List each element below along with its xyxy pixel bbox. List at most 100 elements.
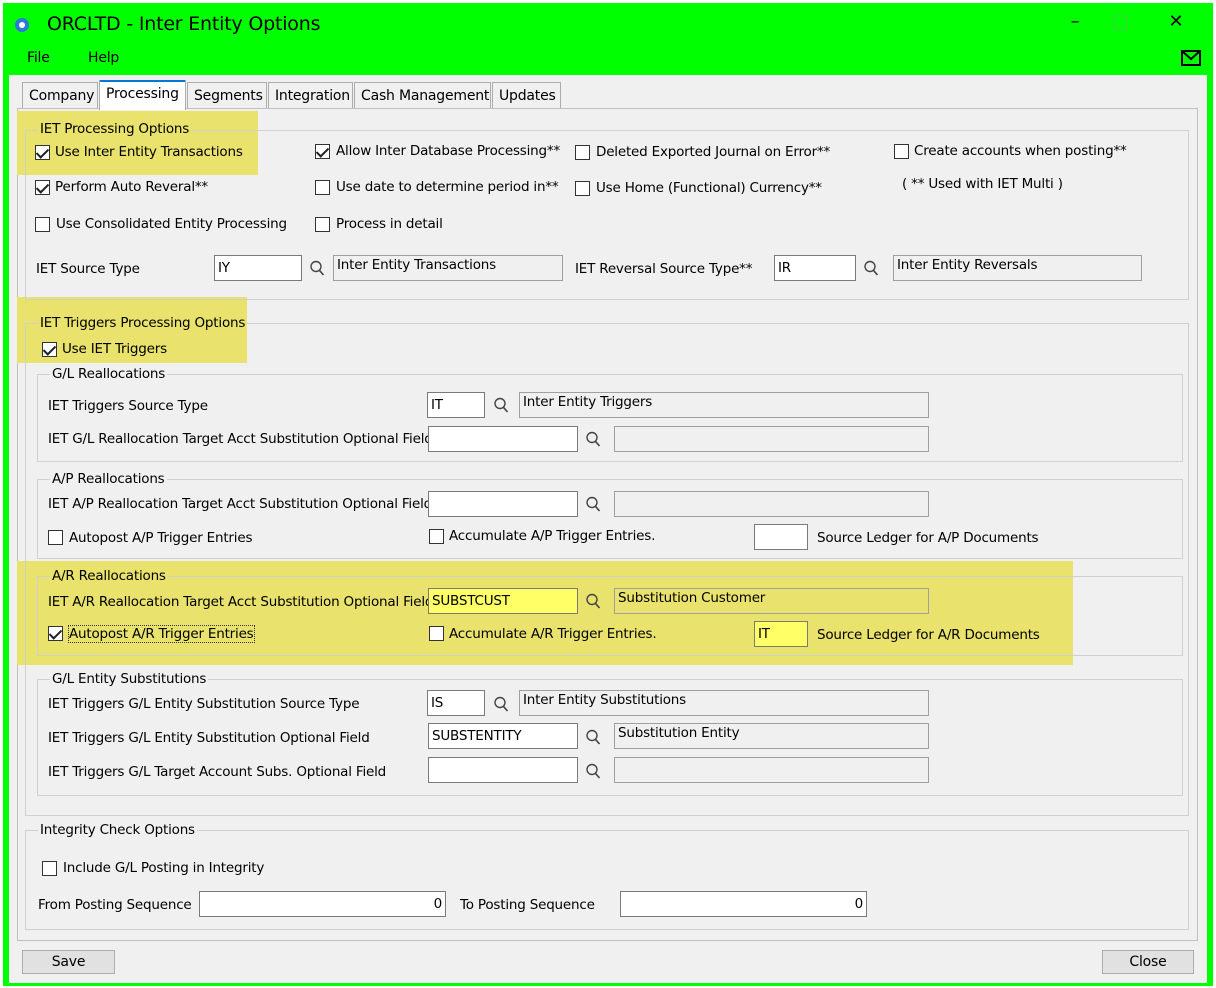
use-triggers-label: Use IET Triggers	[62, 341, 167, 357]
ar-accumulate-label: Accumulate A/R Trigger Entries.	[449, 626, 657, 642]
tab-company[interactable]: Company	[22, 82, 98, 109]
ent-source-type-input[interactable]: IS	[427, 690, 485, 716]
ar-reallocations-title: A/R Reallocations	[50, 568, 168, 584]
auto-reversal-label: Perform Auto Reveral**	[55, 179, 208, 195]
ent-target-input[interactable]	[428, 757, 578, 783]
include-gl-checkbox[interactable]	[42, 861, 57, 876]
ar-target-desc: Substitution Customer	[614, 588, 929, 614]
search-icon[interactable]	[585, 593, 601, 609]
tab-processing[interactable]: Processing	[99, 80, 186, 110]
gl-source-type-label: IET Triggers Source Type	[48, 398, 208, 414]
ent-optional-field-desc: Substitution Entity	[614, 723, 929, 749]
ar-target-label: IET A/R Reallocation Target Acct Substit…	[48, 594, 434, 610]
ent-source-type-desc: Inter Entity Substitutions	[519, 690, 929, 716]
allow-interdb-checkbox[interactable]	[315, 144, 330, 159]
menu-file[interactable]: File	[27, 50, 50, 66]
consolidated-label: Use Consolidated Entity Processing	[56, 216, 287, 232]
ar-autopost-checkbox[interactable]	[48, 626, 63, 641]
iet-triggers-title: IET Triggers Processing Options	[38, 315, 248, 331]
ap-source-ledger-label: Source Ledger for A/P Documents	[817, 530, 1039, 546]
minimize-button[interactable]: –	[1055, 8, 1095, 36]
ap-reallocations-group	[37, 479, 1183, 559]
search-icon[interactable]	[585, 496, 601, 512]
use-home-currency-label: Use Home (Functional) Currency**	[596, 180, 822, 196]
maximize-button[interactable]: □	[1100, 8, 1140, 36]
ar-autopost-label: Autopost A/R Trigger Entries	[68, 625, 255, 643]
integrity-title: Integrity Check Options	[38, 822, 197, 838]
search-icon[interactable]	[585, 431, 601, 447]
ar-source-ledger-label: Source Ledger for A/R Documents	[817, 627, 1040, 643]
iet-reversal-label: IET Reversal Source Type**	[575, 261, 753, 277]
use-date-checkbox[interactable]	[315, 180, 330, 195]
iet-reversal-input[interactable]: IR	[774, 255, 856, 281]
to-sequence-label: To Posting Sequence	[460, 897, 595, 913]
deleted-exported-label: Deleted Exported Journal on Error**	[596, 144, 831, 160]
iet-processing-title: IET Processing Options	[38, 121, 192, 137]
process-detail-checkbox[interactable]	[315, 217, 330, 232]
gl-target-label: IET G/L Reallocation Target Acct Substit…	[48, 431, 433, 447]
auto-reversal-checkbox[interactable]	[35, 180, 50, 195]
use-iet-checkbox[interactable]	[35, 145, 50, 160]
gl-target-desc	[614, 426, 929, 452]
create-accounts-checkbox[interactable]	[894, 144, 909, 159]
gl-reallocations-title: G/L Reallocations	[50, 366, 168, 382]
ap-source-ledger-input[interactable]	[754, 524, 808, 550]
use-triggers-checkbox[interactable]	[42, 342, 57, 357]
ar-reallocations-group	[37, 576, 1183, 656]
process-detail-label: Process in detail	[336, 216, 443, 232]
gl-target-input[interactable]	[428, 426, 578, 452]
search-icon[interactable]	[585, 729, 601, 745]
ap-autopost-label: Autopost A/P Trigger Entries	[69, 530, 253, 546]
iet-multi-note: ( ** Used with IET Multi )	[902, 176, 1063, 192]
gl-reallocations-group	[37, 374, 1183, 462]
ap-target-label: IET A/P Reallocation Target Acct Substit…	[48, 496, 433, 512]
search-icon[interactable]	[309, 260, 325, 276]
ar-source-ledger-input[interactable]: IT	[754, 621, 808, 647]
ap-reallocations-title: A/P Reallocations	[50, 471, 167, 487]
use-iet-label: Use Inter Entity Transactions	[55, 144, 243, 160]
app-gear-icon	[15, 18, 29, 32]
ap-target-input[interactable]	[428, 491, 578, 517]
ap-accumulate-checkbox[interactable]	[429, 529, 444, 544]
search-icon[interactable]	[493, 696, 509, 712]
use-date-label: Use date to determine period in**	[336, 179, 559, 195]
consolidated-checkbox[interactable]	[35, 217, 50, 232]
ent-source-type-label: IET Triggers G/L Entity Substitution Sou…	[48, 696, 360, 712]
allow-interdb-label: Allow Inter Database Processing**	[336, 143, 561, 159]
ent-optional-field-label: IET Triggers G/L Entity Substitution Opt…	[48, 730, 370, 746]
window-title: ORCLTD - Inter Entity Options	[47, 13, 321, 35]
create-accounts-label: Create accounts when posting**	[914, 143, 1127, 159]
gl-entity-subs-title: G/L Entity Substitutions	[50, 671, 209, 687]
iet-source-type-label: IET Source Type	[36, 261, 140, 277]
ap-autopost-checkbox[interactable]	[48, 530, 63, 545]
from-sequence-input[interactable]: 0	[199, 891, 446, 917]
close-button[interactable]: Close	[1102, 950, 1194, 974]
tab-updates[interactable]: Updates	[492, 82, 561, 109]
tab-segments[interactable]: Segments	[187, 82, 267, 109]
search-icon[interactable]	[493, 397, 509, 413]
from-sequence-label: From Posting Sequence	[38, 897, 192, 913]
search-icon[interactable]	[863, 260, 879, 276]
ap-target-desc	[614, 491, 929, 517]
ar-accumulate-checkbox[interactable]	[429, 626, 444, 641]
gl-source-type-input[interactable]: IT	[427, 392, 485, 418]
menu-help[interactable]: Help	[88, 50, 119, 66]
search-icon[interactable]	[585, 763, 601, 779]
use-home-currency-checkbox[interactable]	[575, 181, 590, 196]
include-gl-label: Include G/L Posting in Integrity	[63, 860, 265, 876]
deleted-exported-checkbox[interactable]	[575, 145, 590, 160]
gl-source-type-desc: Inter Entity Triggers	[519, 392, 929, 418]
ar-target-input[interactable]: SUBSTCUST	[428, 588, 578, 614]
save-button[interactable]: Save	[22, 950, 115, 974]
close-window-button[interactable]: ✕	[1156, 8, 1196, 36]
iet-source-type-desc: Inter Entity Transactions	[333, 255, 563, 281]
ent-optional-field-input[interactable]: SUBSTENTITY	[428, 723, 578, 749]
mail-icon[interactable]	[1181, 50, 1201, 66]
tab-cash-management[interactable]: Cash Management	[354, 82, 491, 109]
to-sequence-input[interactable]: 0	[620, 891, 867, 917]
iet-reversal-desc: Inter Entity Reversals	[893, 255, 1142, 281]
ent-target-label: IET Triggers G/L Target Account Subs. Op…	[48, 764, 387, 780]
tab-integration[interactable]: Integration	[268, 82, 353, 109]
iet-source-type-input[interactable]: IY	[214, 255, 302, 281]
ent-target-desc	[614, 757, 929, 783]
